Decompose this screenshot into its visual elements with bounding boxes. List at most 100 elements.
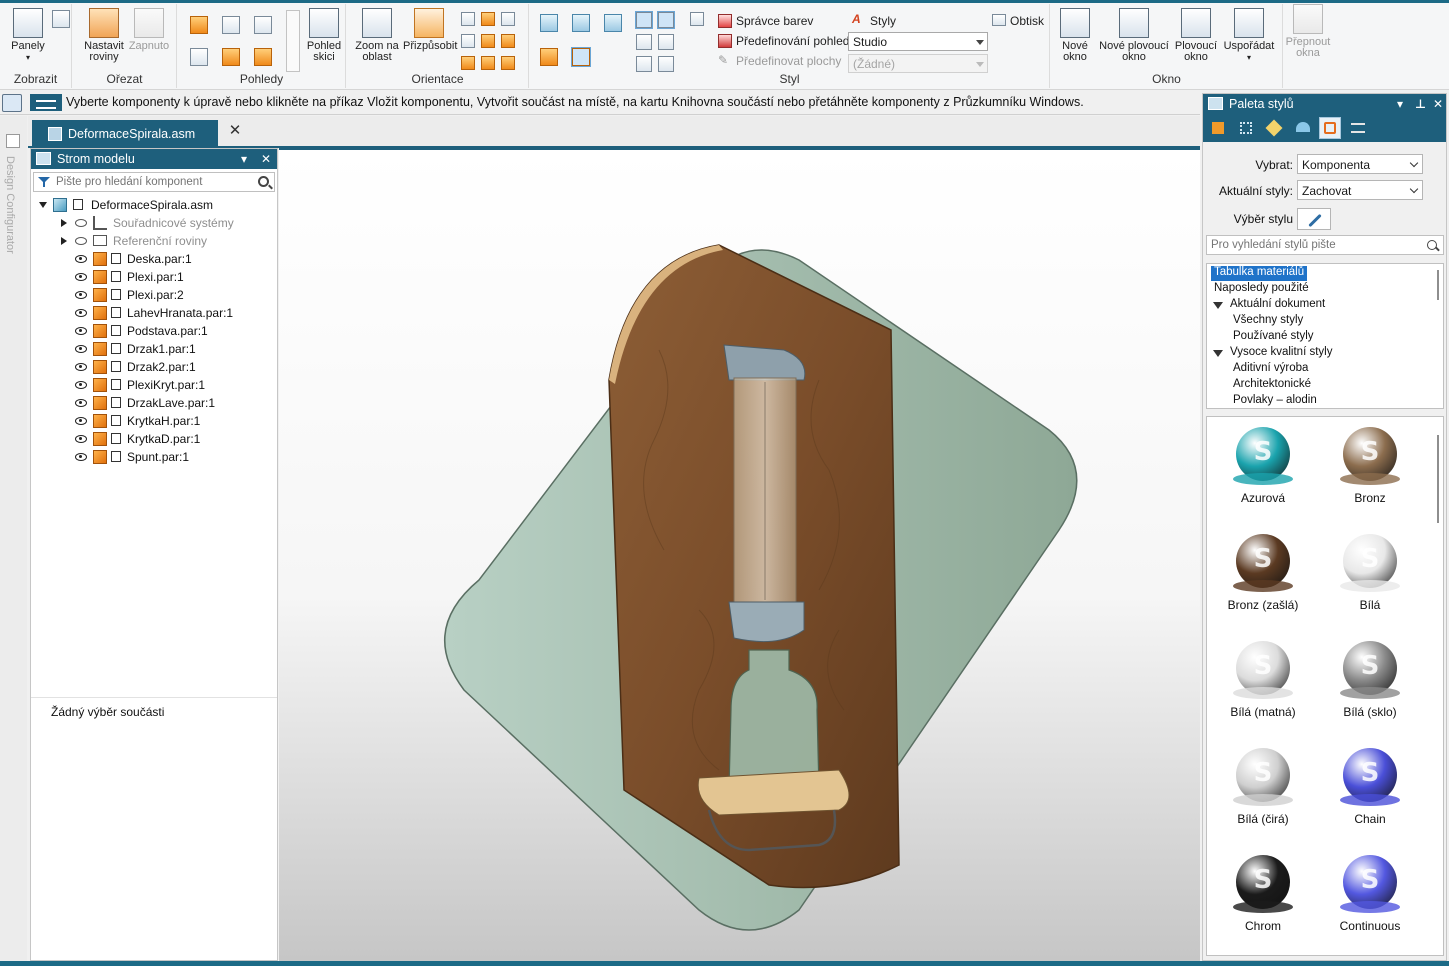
dropdown-arrow-icon[interactable]: ▾ (241, 152, 247, 166)
shadow-icon[interactable] (636, 34, 652, 50)
lower-cap[interactable] (728, 601, 805, 643)
shaded-cube-icon[interactable] (540, 14, 558, 32)
style-search-input[interactable] (1211, 237, 1421, 253)
view-top-icon[interactable] (222, 16, 240, 34)
material-swatch[interactable]: Chain (1330, 748, 1410, 838)
materials-icon[interactable] (1319, 117, 1341, 139)
zadne-combo[interactable]: (Žádné) (848, 54, 988, 73)
dropdown-arrow-icon[interactable]: ▾ (1397, 97, 1403, 111)
material-swatch[interactable]: Bronz (1330, 427, 1410, 517)
document-tab[interactable]: DeformaceSpirala.asm (32, 120, 218, 148)
visibility-eye-icon[interactable] (75, 273, 87, 281)
view-scroller[interactable] (286, 10, 300, 72)
view-restore-icon[interactable] (254, 48, 272, 66)
material-swatch[interactable]: Chrom (1223, 855, 1303, 945)
environment-icon[interactable] (1291, 117, 1313, 139)
visibility-eye-icon[interactable] (75, 435, 87, 443)
scrollbar[interactable] (1437, 435, 1439, 523)
tree-search-input[interactable] (56, 174, 252, 190)
view-front-icon[interactable] (190, 16, 208, 34)
shaded-orange-icon[interactable] (540, 48, 558, 66)
prepnout-okna-button[interactable]: Přepnout okna (1282, 4, 1334, 59)
nastavit-roviny-button[interactable]: Nastavit roviny (79, 8, 129, 63)
material-swatch[interactable]: Bílá (1330, 534, 1410, 624)
configurator-icon[interactable] (6, 134, 20, 148)
panel-toggle-icon[interactable] (52, 10, 70, 28)
collapse-arrow-icon[interactable] (39, 202, 47, 208)
wire-cube-icon[interactable] (572, 14, 590, 32)
collapse-arrow-icon[interactable] (1213, 302, 1223, 309)
eyedropper-icon[interactable] (1297, 208, 1331, 230)
predefinovani-pohledu-button[interactable]: Předefinování pohledů (736, 34, 856, 48)
material-swatch[interactable]: Bílá (sklo) (1330, 641, 1410, 731)
obtisk-button[interactable]: Obtisk (1010, 14, 1044, 28)
hidden-eye-icon[interactable] (75, 219, 87, 227)
display-mode-icon[interactable] (635, 11, 653, 29)
list-item-architektonicke[interactable]: Architektonické (1233, 378, 1311, 393)
list-item-aditivni-vyroba[interactable]: Aditivní výroba (1233, 362, 1308, 377)
spravce-barev-button[interactable]: Správce barev (736, 14, 813, 28)
list-item-vysoce-kvalitni-styly[interactable]: Vysoce kvalitní styly (1230, 346, 1332, 361)
list-item-naposledy-pouzite[interactable]: Naposledy použité (1214, 282, 1309, 297)
view-camera-icon[interactable] (190, 48, 208, 66)
material-swatch[interactable]: Bronz (zašlá) (1223, 534, 1303, 624)
material-swatch[interactable]: Azurová (1223, 427, 1303, 517)
view-save-icon[interactable] (222, 48, 240, 66)
refresh-icon[interactable] (481, 56, 495, 70)
scrollbar[interactable] (1437, 270, 1439, 300)
search-icon[interactable] (258, 176, 269, 187)
close-icon[interactable]: ✕ (1433, 97, 1443, 111)
pattern-icon[interactable] (1235, 117, 1257, 139)
nove-okno-button[interactable]: Nové okno (1055, 8, 1095, 63)
list-item-aktualni-dokument[interactable]: Aktuální dokument (1230, 298, 1325, 313)
list-item-povlaky-alodin[interactable]: Povlaky – alodin (1233, 394, 1317, 408)
nove-plovouci-okno-button[interactable]: Nové plovoucí okno (1097, 8, 1171, 63)
predefinovat-plochy-button[interactable]: Předefinovat plochy (736, 54, 841, 68)
list-item-vsechny-styly[interactable]: Všechny styly (1233, 314, 1303, 329)
styly-button[interactable]: Styly (870, 14, 896, 28)
pan-icon[interactable] (481, 12, 495, 26)
zapnuto-button[interactable]: Zapnuto (127, 8, 171, 52)
pohled-skici-button[interactable]: Pohled skici (304, 8, 344, 63)
close-icon[interactable]: ✕ (261, 152, 271, 166)
look-at-icon[interactable] (461, 56, 475, 70)
shaded-edges-icon[interactable] (571, 47, 591, 67)
visibility-eye-icon[interactable] (75, 399, 87, 407)
part-style-icon[interactable] (1207, 117, 1229, 139)
visibility-eye-icon[interactable] (75, 381, 87, 389)
filter-icon[interactable] (38, 176, 50, 188)
aktualni-styly-combo[interactable]: Zachovat (1297, 180, 1423, 200)
magic-wand-icon[interactable] (1263, 117, 1285, 139)
orbit-icon[interactable] (481, 34, 495, 48)
align-icon[interactable] (501, 56, 515, 70)
collapse-arrow-icon[interactable] (1213, 350, 1223, 357)
close-icon[interactable]: ✕ (228, 123, 242, 138)
design-configurator-tab[interactable]: Design Configurator (4, 156, 16, 254)
usporadat-button[interactable]: Uspořádat ▾ (1221, 8, 1277, 63)
reflect-icon[interactable] (658, 34, 674, 50)
zoom-icon[interactable] (461, 12, 475, 26)
material-swatch[interactable]: Bílá (matná) (1223, 641, 1303, 731)
expand-arrow-icon[interactable] (61, 237, 67, 245)
studio-combo[interactable]: Studio (848, 32, 988, 51)
perspective-icon[interactable] (636, 56, 652, 72)
list-item-pouzivane-styly[interactable]: Používané styly (1233, 330, 1314, 345)
hidden-cube-icon[interactable] (604, 14, 622, 32)
list-item-tabulka-materialu[interactable]: Tabulka materiálů (1211, 266, 1308, 281)
visibility-eye-icon[interactable] (75, 309, 87, 317)
visibility-eye-icon[interactable] (75, 363, 87, 371)
visibility-eye-icon[interactable] (75, 417, 87, 425)
vybrat-combo[interactable]: Komponenta (1297, 154, 1423, 174)
display-dropdown-icon[interactable] (657, 11, 675, 29)
material-swatch[interactable]: Continuous (1330, 855, 1410, 945)
visibility-eye-icon[interactable] (75, 291, 87, 299)
visibility-eye-icon[interactable] (75, 453, 87, 461)
plovouci-okno-button[interactable]: Plovoucí okno (1173, 8, 1219, 63)
view-right-icon[interactable] (254, 16, 272, 34)
pin-icon[interactable]: ⊥ (1415, 97, 1426, 111)
3d-viewport[interactable] (279, 148, 1200, 961)
visibility-eye-icon[interactable] (75, 327, 87, 335)
move-icon[interactable] (501, 34, 515, 48)
spin-icon[interactable] (461, 34, 475, 48)
material-swatch[interactable]: Bílá (čirá) (1223, 748, 1303, 838)
